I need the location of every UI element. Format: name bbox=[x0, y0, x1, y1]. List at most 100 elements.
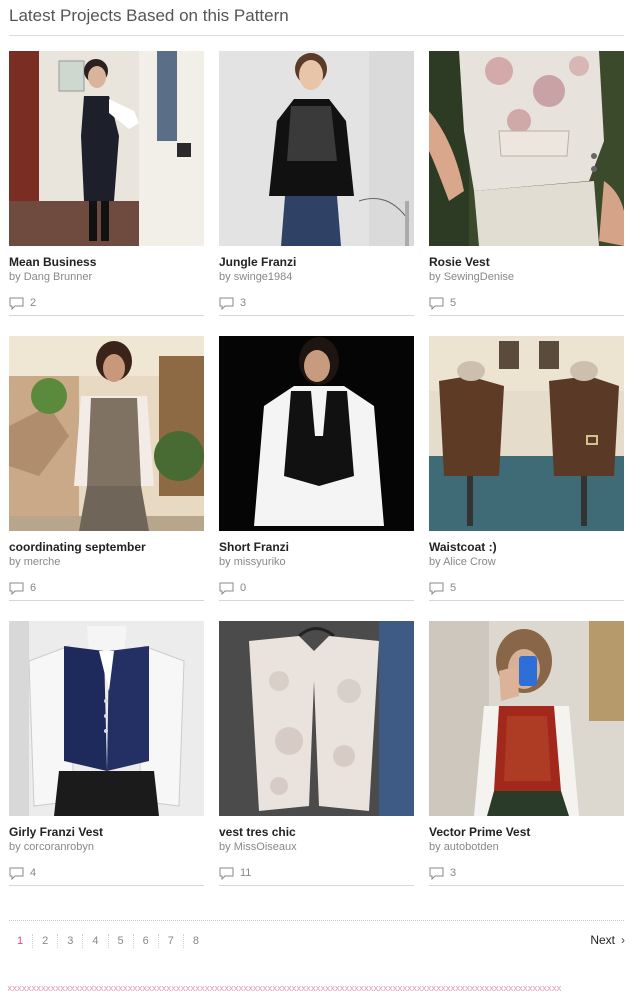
chevron-right-icon: › bbox=[621, 933, 625, 947]
page-link[interactable]: 7 bbox=[159, 934, 184, 948]
page-link[interactable]: 4 bbox=[83, 934, 109, 948]
comments-link[interactable]: 3 bbox=[429, 866, 624, 880]
comment-count: 6 bbox=[30, 582, 37, 594]
project-byline: by MissOiseaux bbox=[219, 841, 414, 854]
comment-count: 4 bbox=[30, 867, 37, 879]
comment-count: 11 bbox=[240, 867, 252, 879]
project-byline: by Dang Brunner bbox=[9, 271, 204, 284]
project-title[interactable]: Vector Prime Vest bbox=[429, 825, 624, 839]
card-divider bbox=[429, 315, 624, 316]
project-author-link[interactable]: swinge1984 bbox=[234, 271, 293, 283]
byline-prefix: by bbox=[429, 271, 441, 283]
project-thumbnail[interactable] bbox=[429, 621, 624, 816]
project-title[interactable]: coordinating september bbox=[9, 540, 204, 554]
project-thumbnail[interactable] bbox=[9, 621, 204, 816]
comments-link[interactable]: 6 bbox=[9, 581, 204, 595]
project-card: Short Franzi by missyuriko 0 bbox=[219, 336, 414, 601]
comments-link[interactable]: 3 bbox=[219, 296, 414, 310]
comment-bubble-icon bbox=[9, 297, 24, 310]
project-author-link[interactable]: merche bbox=[24, 556, 61, 568]
comment-bubble-icon bbox=[219, 297, 234, 310]
page-link-current[interactable]: 1 bbox=[9, 934, 34, 948]
byline-prefix: by bbox=[9, 271, 21, 283]
project-author-link[interactable]: SewingDenise bbox=[444, 271, 514, 283]
project-thumbnail[interactable] bbox=[9, 336, 204, 531]
comment-count: 5 bbox=[450, 582, 457, 594]
decorative-cross-stitch-border: xxxxxxxxxxxxxxxxxxxxxxxxxxxxxxxxxxxxxxxx… bbox=[7, 984, 562, 994]
project-byline: by missyuriko bbox=[219, 556, 414, 569]
card-divider bbox=[219, 885, 414, 886]
comment-bubble-icon bbox=[219, 582, 234, 595]
section-heading: Latest Projects Based on this Pattern bbox=[9, 6, 289, 25]
comments-link[interactable]: 5 bbox=[429, 296, 624, 310]
project-author-link[interactable]: corcoranrobyn bbox=[24, 841, 94, 853]
project-thumbnail[interactable] bbox=[429, 336, 624, 531]
project-card: vest tres chic by MissOiseaux 11 bbox=[219, 621, 414, 886]
comment-bubble-icon bbox=[429, 297, 444, 310]
project-thumbnail[interactable] bbox=[219, 336, 414, 531]
byline-prefix: by bbox=[9, 841, 21, 853]
project-title[interactable]: Short Franzi bbox=[219, 540, 414, 554]
project-author-link[interactable]: autobotden bbox=[444, 841, 499, 853]
project-card: Waistcoat :) by Alice Crow 5 bbox=[429, 336, 624, 601]
project-thumbnail[interactable] bbox=[429, 51, 624, 246]
card-divider bbox=[9, 600, 204, 601]
comments-link[interactable]: 2 bbox=[9, 296, 204, 310]
card-divider bbox=[219, 315, 414, 316]
heading-divider bbox=[9, 35, 624, 36]
project-author-link[interactable]: missyuriko bbox=[234, 556, 286, 568]
project-card: Jungle Franzi by swinge1984 3 bbox=[219, 51, 414, 316]
next-page-label: Next bbox=[590, 933, 615, 947]
comment-count: 2 bbox=[30, 297, 37, 309]
projects-page: Latest Projects Based on this Pattern Me… bbox=[0, 0, 642, 1008]
page-link[interactable]: 2 bbox=[33, 934, 59, 948]
comment-bubble-icon bbox=[219, 867, 234, 880]
next-page-button[interactable]: Next › bbox=[590, 933, 625, 947]
project-card: Vector Prime Vest by autobotden 3 bbox=[429, 621, 624, 886]
project-byline: by SewingDenise bbox=[429, 271, 624, 284]
project-byline: by swinge1984 bbox=[219, 271, 414, 284]
card-divider bbox=[9, 885, 204, 886]
comment-bubble-icon bbox=[9, 867, 24, 880]
comments-link[interactable]: 0 bbox=[219, 581, 414, 595]
comments-link[interactable]: 4 bbox=[9, 866, 204, 880]
project-title[interactable]: Mean Business bbox=[9, 255, 204, 269]
comment-count: 3 bbox=[240, 297, 247, 309]
comments-link[interactable]: 11 bbox=[219, 866, 414, 880]
project-author-link[interactable]: Alice Crow bbox=[443, 556, 496, 568]
project-title[interactable]: Waistcoat :) bbox=[429, 540, 624, 554]
page-link[interactable]: 3 bbox=[58, 934, 84, 948]
project-card: Mean Business by Dang Brunner 2 bbox=[9, 51, 204, 316]
pagination: 1 2 3 4 5 6 7 8 bbox=[9, 934, 208, 948]
project-title[interactable]: Girly Franzi Vest bbox=[9, 825, 204, 839]
project-byline: by corcoranrobyn bbox=[9, 841, 204, 854]
project-author-link[interactable]: MissOiseaux bbox=[234, 841, 297, 853]
project-byline: by Alice Crow bbox=[429, 556, 624, 569]
page-link[interactable]: 8 bbox=[184, 934, 208, 948]
byline-prefix: by bbox=[219, 841, 231, 853]
page-link[interactable]: 6 bbox=[134, 934, 159, 948]
project-card: Rosie Vest by SewingDenise 5 bbox=[429, 51, 624, 316]
project-thumbnail[interactable] bbox=[219, 621, 414, 816]
card-divider bbox=[219, 600, 414, 601]
comments-link[interactable]: 5 bbox=[429, 581, 624, 595]
project-title[interactable]: Rosie Vest bbox=[429, 255, 624, 269]
comment-bubble-icon bbox=[9, 582, 24, 595]
project-title[interactable]: Jungle Franzi bbox=[219, 255, 414, 269]
comment-count: 5 bbox=[450, 297, 457, 309]
project-card: Girly Franzi Vest by corcoranrobyn 4 bbox=[9, 621, 204, 886]
card-divider bbox=[429, 600, 624, 601]
project-thumbnail[interactable] bbox=[219, 51, 414, 246]
project-title[interactable]: vest tres chic bbox=[219, 825, 414, 839]
project-card: coordinating september by merche 6 bbox=[9, 336, 204, 601]
byline-prefix: by bbox=[219, 556, 231, 568]
project-thumbnail[interactable] bbox=[9, 51, 204, 246]
page-link[interactable]: 5 bbox=[109, 934, 134, 948]
byline-prefix: by bbox=[429, 556, 441, 568]
comment-count: 0 bbox=[240, 582, 247, 594]
card-divider bbox=[429, 885, 624, 886]
card-divider bbox=[9, 315, 204, 316]
project-author-link[interactable]: Dang Brunner bbox=[24, 271, 93, 283]
project-byline: by autobotden bbox=[429, 841, 624, 854]
project-byline: by merche bbox=[9, 556, 204, 569]
